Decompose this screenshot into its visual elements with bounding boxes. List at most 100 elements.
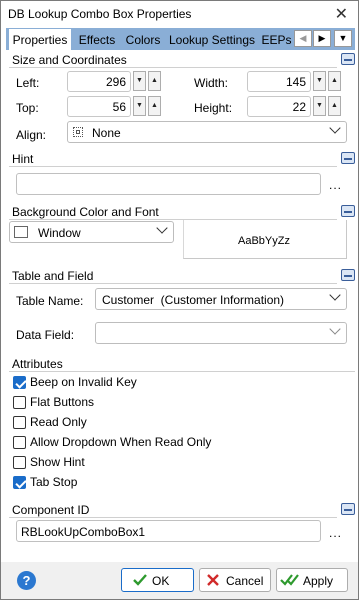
checkbox-label: Read Only (30, 415, 87, 429)
cancel-label: Cancel (226, 574, 264, 588)
divider (9, 67, 337, 68)
chevron-down-icon (329, 122, 341, 134)
checkbox-label: Tab Stop (30, 475, 78, 489)
left-increment-icon[interactable]: ▲ (148, 71, 161, 91)
hint-input[interactable] (16, 173, 321, 195)
collapse-icon[interactable] (341, 53, 355, 65)
tab-label: EEPs (261, 33, 292, 47)
tab-label: Effects (78, 33, 116, 47)
component-id-edit-button[interactable]: ... (329, 526, 342, 540)
checkbox-checked-icon (13, 376, 26, 389)
tab-eeps[interactable]: EEPs (259, 31, 294, 50)
section-title: Attributes (12, 357, 63, 371)
apply-label: Apply (303, 574, 334, 588)
data-field-select[interactable] (95, 322, 347, 344)
attributes-header: Attributes (9, 357, 355, 372)
ok-label: OK (152, 574, 170, 588)
apply-button[interactable]: Apply (276, 568, 348, 592)
top-decrement-icon[interactable]: ▼ (133, 96, 146, 116)
width-decrement-icon[interactable]: ▼ (313, 71, 326, 91)
tab-colors[interactable]: Colors (121, 31, 165, 50)
divider (9, 517, 337, 518)
dialog-footer: ? OK Cancel Apply (1, 562, 358, 599)
tab-label: Lookup Settings (168, 33, 256, 47)
collapse-icon[interactable] (341, 152, 355, 164)
collapse-icon[interactable] (341, 503, 355, 515)
align-select[interactable]: None (67, 121, 347, 143)
hint-edit-button[interactable]: ... (329, 178, 342, 192)
height-decrement-icon[interactable]: ▼ (313, 96, 326, 116)
width-field[interactable]: 145 (247, 71, 311, 92)
close-icon[interactable]: ✕ (335, 4, 348, 24)
checkbox-checked-icon (13, 476, 26, 489)
component-id-header: Component ID (9, 503, 355, 518)
bg-color-select[interactable]: Window (9, 221, 174, 243)
window-title: DB Lookup Combo Box Properties (8, 7, 192, 21)
section-title: Background Color and Font (12, 205, 159, 219)
chevron-down-icon (156, 222, 168, 234)
color-swatch (14, 226, 28, 238)
checkbox-label: Show Hint (30, 455, 85, 469)
divider (9, 371, 355, 372)
table-name-select[interactable]: Customer (Customer Information) (95, 288, 347, 310)
divider (9, 166, 337, 167)
size-coords-header: Size and Coordinates (9, 53, 355, 68)
tab-label: Properties (12, 33, 68, 47)
tab-label: Colors (125, 33, 161, 47)
cancel-button[interactable]: Cancel (199, 568, 271, 592)
checkbox-label: Beep on Invalid Key (30, 375, 137, 389)
hint-header: Hint (9, 152, 355, 167)
divider (9, 283, 337, 284)
top-label: Top: (16, 101, 39, 115)
top-increment-icon[interactable]: ▲ (148, 96, 161, 116)
width-increment-icon[interactable]: ▲ (328, 71, 341, 91)
align-none-icon (73, 127, 83, 137)
width-label: Width: (194, 76, 229, 90)
table-field-header: Table and Field (9, 269, 355, 284)
component-id-input[interactable]: RBLookUpComboBox1 (16, 520, 321, 542)
height-label: Height: (194, 101, 233, 115)
table-name-value: Customer (Customer Information) (102, 293, 285, 307)
section-title: Table and Field (12, 269, 94, 283)
checkbox-icon (13, 416, 26, 429)
checkbox-icon (13, 396, 26, 409)
bg-color-value: Window (38, 226, 81, 240)
align-label: Align: (16, 128, 47, 142)
checkbox-icon (13, 456, 26, 469)
title-bar: DB Lookup Combo Box Properties ✕ (1, 1, 358, 28)
cancel-x-icon (207, 574, 219, 586)
align-value: None (92, 126, 121, 140)
tab-scroll-right-icon[interactable]: ▶ (313, 30, 331, 47)
collapse-icon[interactable] (341, 205, 355, 217)
double-check-icon (280, 574, 299, 586)
properties-dialog: DB Lookup Combo Box Properties ✕ Propert… (0, 0, 359, 600)
left-label: Left: (16, 76, 40, 90)
data-field-label: Data Field: (16, 328, 75, 342)
tab-scroll-left-icon[interactable]: ◀ (294, 30, 312, 47)
section-title: Component ID (12, 503, 90, 517)
section-title: Hint (12, 152, 34, 166)
chevron-down-icon (329, 323, 341, 335)
check-icon (133, 574, 147, 586)
tab-bar: Properties Effects Colors Lookup Setting… (6, 28, 355, 50)
left-decrement-icon[interactable]: ▼ (133, 71, 146, 91)
tab-effects[interactable]: Effects (74, 31, 120, 50)
checkbox-label: Allow Dropdown When Read Only (30, 435, 212, 449)
font-preview-button[interactable]: AaBbYyZz (183, 220, 347, 259)
chevron-down-icon (329, 289, 341, 301)
height-increment-icon[interactable]: ▲ (328, 96, 341, 116)
height-field[interactable]: 22 (247, 96, 311, 117)
ok-button[interactable]: OK (121, 568, 194, 592)
checkbox-label: Flat Buttons (30, 395, 95, 409)
bg-font-header: Background Color and Font (9, 205, 355, 220)
help-icon[interactable]: ? (17, 571, 36, 590)
table-name-label: Table Name: (16, 294, 84, 308)
font-preview-text: AaBbYyZz (238, 235, 290, 247)
collapse-icon[interactable] (341, 269, 355, 281)
tab-lookup-settings[interactable]: Lookup Settings (166, 31, 258, 50)
left-field[interactable]: 296 (67, 71, 131, 92)
tab-properties[interactable]: Properties (8, 28, 72, 50)
top-field[interactable]: 56 (67, 96, 131, 117)
tab-menu-icon[interactable]: ▼ (334, 30, 352, 47)
section-title: Size and Coordinates (12, 53, 127, 67)
